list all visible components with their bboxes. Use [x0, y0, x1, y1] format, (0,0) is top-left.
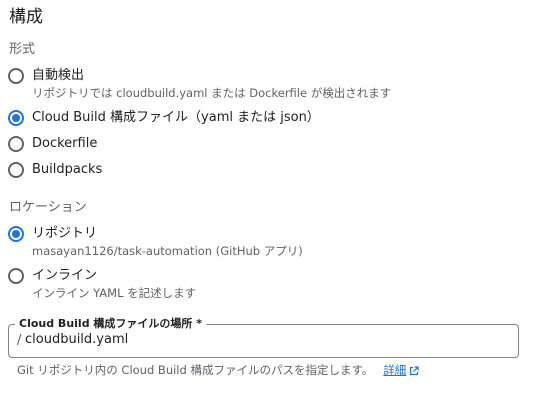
radio-buildpacks[interactable]: [8, 162, 24, 178]
format-option-auto-label: 自動検出: [32, 68, 85, 83]
format-option-buildpacks-label: Buildpacks: [32, 162, 103, 177]
format-option-auto[interactable]: 自動検出 リポジトリでは cloudbuild.yaml または Dockerf…: [8, 68, 391, 101]
location-option-repository-description: masayan1126/task-automation (GitHub アプリ): [32, 244, 303, 258]
radio-auto-detect[interactable]: [8, 68, 24, 84]
config-path-prefix: /: [17, 333, 22, 348]
location-option-inline-description: インライン YAML を記述します: [32, 286, 197, 300]
config-path-label: Cloud Build 構成ファイルの場所 *: [15, 316, 206, 331]
format-option-auto-description: リポジトリでは cloudbuild.yaml または Dockerfile が…: [32, 86, 392, 100]
format-option-dockerfile[interactable]: Dockerfile: [8, 136, 97, 152]
format-option-buildpacks[interactable]: Buildpacks: [8, 162, 102, 178]
radio-inline[interactable]: [8, 268, 24, 284]
format-option-cloudbuild-label: Cloud Build 構成ファイル（yaml または json）: [32, 110, 320, 125]
config-path-field[interactable]: Cloud Build 構成ファイルの場所 * /: [8, 316, 519, 358]
section-title: 構成: [9, 7, 43, 27]
format-label: 形式: [9, 42, 36, 57]
config-path-hint-row: Git リポジトリ内の Cloud Build 構成ファイルのパスを指定します。…: [17, 363, 419, 378]
external-link-icon: [410, 365, 419, 375]
location-option-inline-label: インライン: [32, 268, 98, 283]
config-path-input[interactable]: [25, 332, 495, 347]
location-label: ロケーション: [9, 200, 87, 215]
format-option-cloudbuild[interactable]: Cloud Build 構成ファイル（yaml または json）: [8, 110, 320, 126]
radio-dockerfile[interactable]: [8, 136, 24, 152]
location-option-repository-label: リポジトリ: [32, 226, 98, 241]
format-option-dockerfile-label: Dockerfile: [32, 136, 98, 151]
learn-more-link-label[interactable]: 詳細: [383, 363, 406, 378]
config-path-hint: Git リポジトリ内の Cloud Build 構成ファイルのパスを指定します。: [17, 363, 374, 377]
radio-cloudbuild-config[interactable]: [8, 110, 24, 126]
radio-repository[interactable]: [8, 226, 24, 242]
location-option-inline[interactable]: インライン インライン YAML を記述します: [8, 268, 196, 301]
learn-more-link[interactable]: 詳細: [383, 363, 419, 378]
location-option-repository[interactable]: リポジトリ masayan1126/task-automation (GitHu…: [8, 226, 303, 259]
